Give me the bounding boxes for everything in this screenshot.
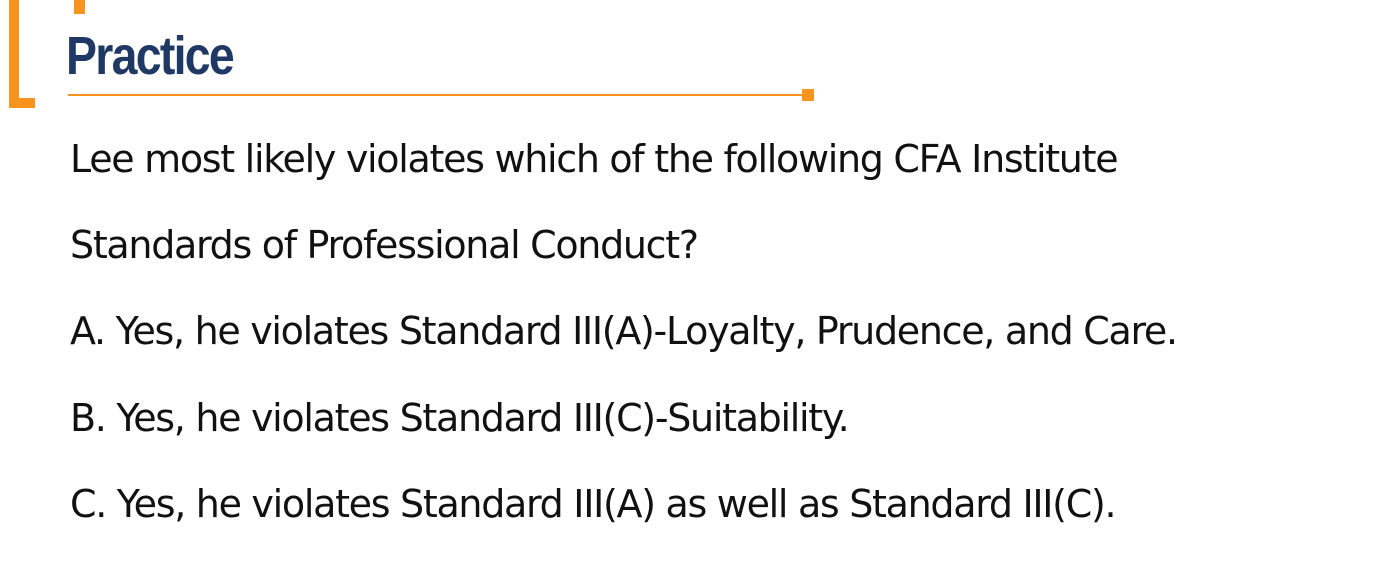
- slide-title: Practice: [66, 26, 235, 86]
- title-bracket-vertical: [9, 0, 19, 108]
- question-line-1: Lee most likely violates which of the fo…: [70, 137, 1119, 181]
- option-a: A. Yes, he violates Standard III(A)-Loya…: [70, 309, 1178, 353]
- question-line-2: Standards of Professional Conduct?: [70, 223, 699, 267]
- title-underline-cap: [802, 89, 814, 101]
- title-bracket-top-tick: [74, 0, 85, 14]
- option-b: B. Yes, he violates Standard III(C)-Suit…: [70, 396, 850, 440]
- title-bracket-bottom: [9, 98, 35, 108]
- option-c: C. Yes, he violates Standard III(A) as w…: [70, 482, 1117, 526]
- title-underline: [68, 94, 806, 96]
